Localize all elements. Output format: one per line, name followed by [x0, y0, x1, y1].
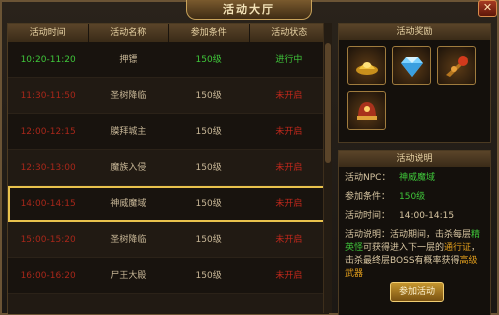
- helmet-icon[interactable]: [347, 91, 386, 130]
- rewards-title: 活动奖励: [339, 24, 490, 40]
- condition-label: 参加条件：: [345, 192, 391, 202]
- table-row[interactable]: 10:20-11:20 押镖 150级 进行中: [8, 42, 329, 78]
- header-time: 活动时间: [8, 24, 89, 42]
- row-time: 12:00-12:15: [20, 127, 76, 137]
- table-scrollbar[interactable]: [323, 23, 332, 313]
- row-level: 150级: [195, 163, 222, 173]
- table-row[interactable]: 12:30-13:00 魔族入侵 150级 未开启: [8, 150, 329, 186]
- dragon-weapon-icon[interactable]: [437, 46, 476, 85]
- table-row[interactable]: [8, 294, 329, 314]
- close-button[interactable]: ✕: [478, 0, 497, 17]
- table-header: 活动时间 活动名称 参加条件 活动状态: [8, 24, 329, 42]
- row-status: [249, 294, 329, 314]
- row-level: 150级: [195, 55, 222, 65]
- desc-pass: 通行证: [444, 243, 472, 253]
- row-time: [8, 294, 88, 314]
- window-title: 活动大厅: [186, 0, 312, 20]
- npc-label: 活动NPC：: [345, 173, 391, 183]
- activity-table: 活动时间 活动名称 参加条件 活动状态 10:20-11:20 押镖 150级 …: [7, 23, 330, 314]
- desc-label: 活动说明：: [345, 230, 391, 240]
- row-level: 150级: [195, 235, 222, 245]
- row-status: 未开启: [275, 271, 303, 281]
- row-name: 押镖: [119, 55, 138, 65]
- row-status: 进行中: [275, 55, 303, 65]
- row-level: 150级: [195, 271, 222, 281]
- time-label: 活动时间：: [345, 211, 391, 221]
- rewards-panel: 活动奖励: [338, 23, 491, 143]
- row-time: 16:00-16:20: [20, 271, 76, 281]
- row-time: 14:00-14:15: [20, 199, 76, 209]
- side-panel: 活动奖励 活动说明 活动NPC： 神威魔域 参加条件： 150级 活动时间： 1…: [338, 23, 491, 315]
- scrollbar-thumb[interactable]: [325, 43, 331, 163]
- row-level: 150级: [195, 127, 222, 137]
- table-row[interactable]: 16:00-16:20 尸王大殿 150级 未开启: [8, 258, 329, 294]
- npc-value: 神威魔域: [399, 173, 436, 183]
- description: 活动说明：活动期间，击杀每层精英怪可获得进入下一层的通行证，击杀最终层BOSS有…: [345, 229, 484, 281]
- reward-icons: [339, 40, 490, 136]
- row-name: [88, 294, 168, 314]
- row-time: 15:00-15:20: [20, 235, 76, 245]
- row-level: 150级: [195, 199, 222, 209]
- table-row[interactable]: 12:00-12:15 膜拜城主 150级 未开启: [8, 114, 329, 150]
- time-value: 14:00-14:15: [399, 211, 455, 221]
- table-row[interactable]: 15:00-15:20 圣树降临 150级 未开启: [8, 222, 329, 258]
- condition-row: 参加条件： 150级: [345, 191, 484, 204]
- row-level: 150级: [195, 91, 222, 101]
- desc-text-1: 活动期间，击杀每层: [390, 230, 472, 240]
- row-name: 圣树降临: [110, 235, 147, 245]
- join-activity-button[interactable]: 参加活动: [390, 282, 444, 302]
- row-level: [169, 294, 249, 314]
- info-title: 活动说明: [339, 151, 490, 167]
- header-condition: 参加条件: [169, 24, 250, 42]
- row-status: 未开启: [275, 127, 303, 137]
- row-name: 圣树降临: [110, 91, 147, 101]
- row-name: 魔族入侵: [110, 163, 147, 173]
- row-status: 未开启: [275, 91, 303, 101]
- row-status: 未开启: [275, 163, 303, 173]
- table-body: 10:20-11:20 押镖 150级 进行中 11:30-11:50 圣树降临…: [8, 42, 329, 314]
- table-row[interactable]: 11:30-11:50 圣树降临 150级 未开启: [8, 78, 329, 114]
- condition-value: 150级: [399, 192, 426, 202]
- diamond-icon[interactable]: [392, 46, 431, 85]
- row-name: 尸王大殿: [110, 271, 147, 281]
- row-status: 未开启: [275, 235, 303, 245]
- row-time: 12:30-13:00: [20, 163, 76, 173]
- gold-ingot-icon[interactable]: [347, 46, 386, 85]
- npc-row: 活动NPC： 神威魔域: [345, 172, 484, 185]
- time-row: 活动时间： 14:00-14:15: [345, 210, 484, 223]
- row-status: 未开启: [275, 199, 303, 209]
- row-name: 膜拜城主: [110, 127, 147, 137]
- desc-text-3: 可获得进入下一层的: [363, 243, 445, 253]
- table-row-selected[interactable]: 14:00-14:15 神威魔域 150级 未开启: [8, 186, 329, 222]
- row-name: 神威魔域: [110, 199, 147, 209]
- info-body: 活动NPC： 神威魔域 参加条件： 150级 活动时间： 14:00-14:15…: [339, 167, 490, 286]
- header-name: 活动名称: [89, 24, 169, 42]
- row-time: 11:30-11:50: [20, 91, 76, 101]
- row-time: 10:20-11:20: [20, 55, 76, 65]
- header-status: 活动状态: [271, 28, 308, 38]
